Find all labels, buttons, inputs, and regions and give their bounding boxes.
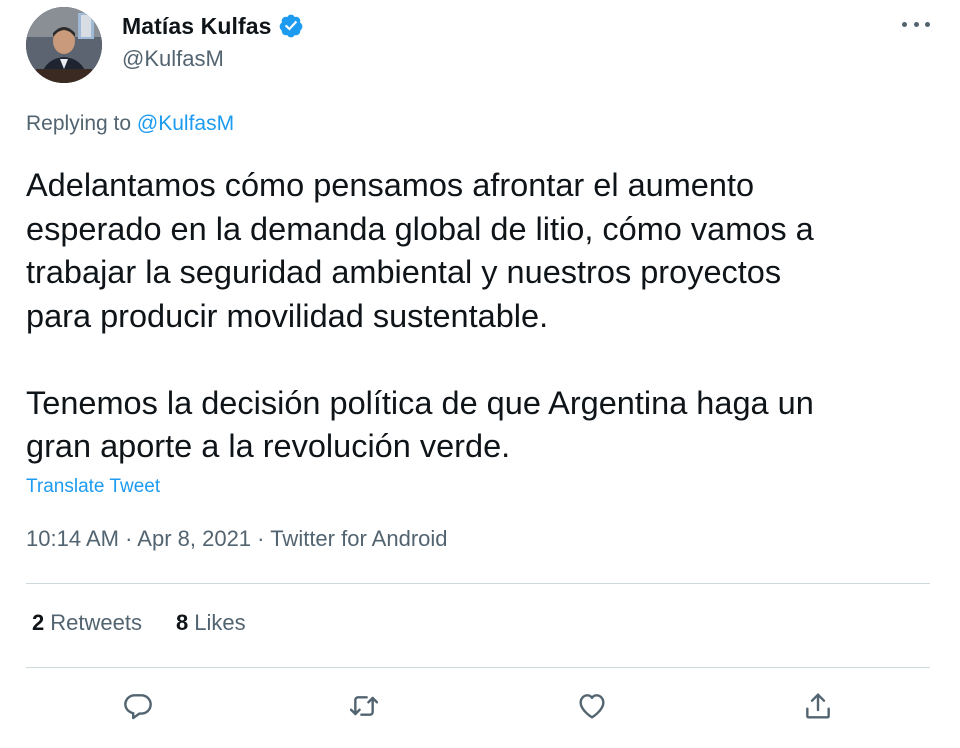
retweets-label: Retweets: [50, 610, 142, 635]
more-dot: [913, 21, 919, 27]
tweet-meta: 10:14 AM · Apr 8, 2021 · Twitter for And…: [26, 526, 448, 552]
divider: [26, 667, 930, 668]
translate-tweet-link[interactable]: Translate Tweet: [26, 476, 160, 498]
tweet-time[interactable]: 10:14 AM: [26, 526, 119, 551]
retweet-button[interactable]: [344, 686, 384, 726]
replying-to: Replying to @KulfasM: [26, 112, 234, 136]
retweets-count: 2: [32, 610, 45, 635]
tweet-text: Adelantamos cómo pensamos afrontar el au…: [26, 167, 814, 464]
verified-badge-icon: [278, 13, 304, 39]
reply-icon: [124, 694, 152, 720]
action-bar: [0, 686, 960, 730]
tweet-date[interactable]: Apr 8, 2021: [137, 526, 251, 551]
more-dot: [902, 21, 907, 27]
divider: [26, 583, 930, 584]
retweets-stat[interactable]: 2 Retweets: [32, 610, 142, 636]
tweet-source[interactable]: Twitter for Android: [270, 526, 447, 551]
tweet-stats: 2 Retweets 8 Likes: [32, 610, 246, 636]
heart-icon: [579, 694, 605, 719]
meta-separator: ·: [251, 526, 271, 551]
likes-label: Likes: [194, 610, 246, 635]
share-icon: [806, 693, 830, 719]
like-button[interactable]: [572, 686, 612, 726]
replying-prefix: Replying to: [26, 112, 137, 135]
avatar[interactable]: [26, 7, 102, 83]
author-block: Matías Kulfas @KulfasM: [122, 10, 304, 72]
avatar-image: [26, 7, 102, 83]
share-button[interactable]: [798, 686, 838, 726]
author-display-name[interactable]: Matías Kulfas: [122, 13, 272, 40]
reply-button[interactable]: [118, 686, 158, 726]
likes-stat[interactable]: 8 Likes: [176, 610, 246, 636]
meta-separator: ·: [118, 526, 138, 551]
more-options-icon[interactable]: [902, 14, 930, 34]
likes-count: 8: [175, 610, 189, 635]
retweet-icon: [349, 696, 379, 716]
reply-mention-link[interactable]: @KulfasM: [137, 112, 234, 135]
author-handle[interactable]: @KulfasM: [122, 46, 304, 72]
name-row: Matías Kulfas: [122, 10, 304, 42]
more-dot: [925, 21, 930, 27]
tweet-detail: Matías Kulfas @KulfasM Replying to @Kulf…: [0, 0, 960, 748]
